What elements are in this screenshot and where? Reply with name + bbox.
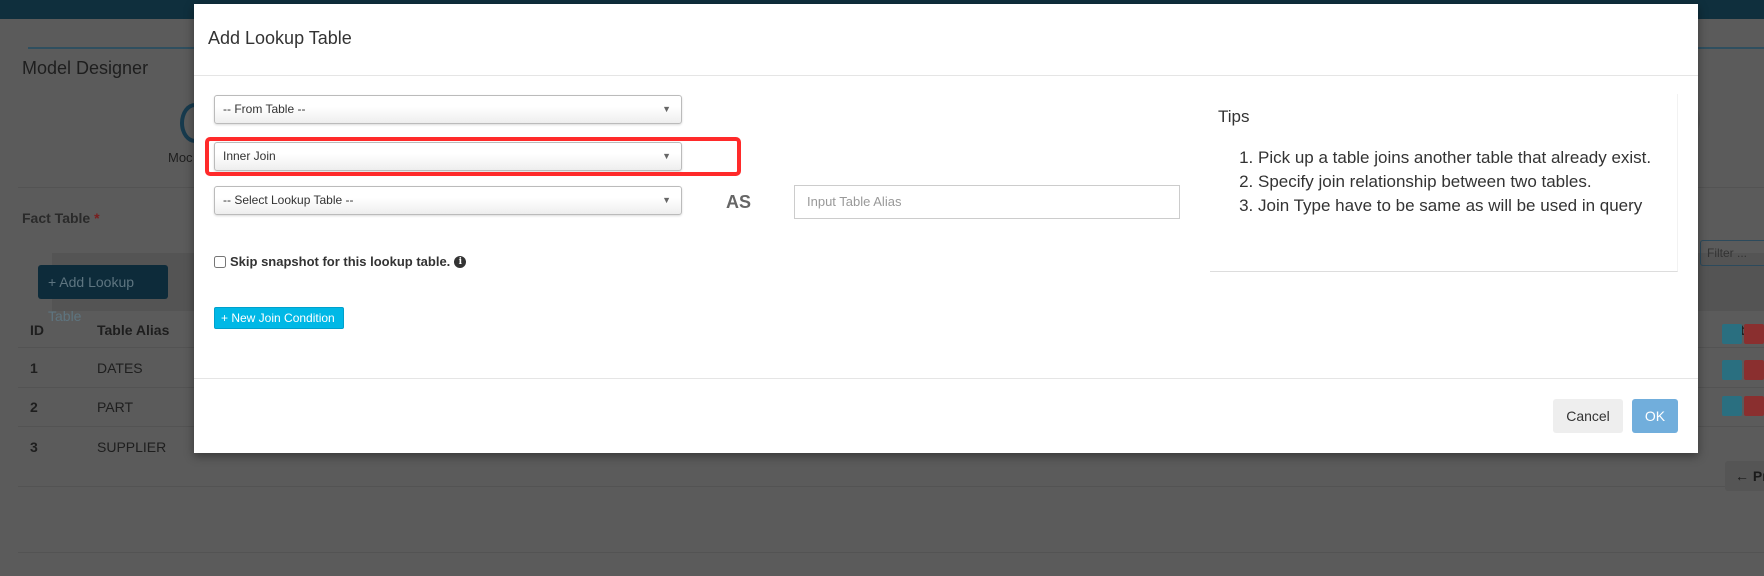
- delete-button[interactable]: [1744, 396, 1764, 416]
- page-title: Model Designer: [22, 58, 149, 78]
- tips-title: Tips: [1218, 107, 1250, 126]
- tips-list: Pick up a table joins another table that…: [1258, 146, 1658, 218]
- add-lookup-table-button[interactable]: + Add Lookup Table: [38, 265, 168, 324]
- row-alias: PART: [97, 399, 134, 415]
- skip-snapshot-label: Skip snapshot for this lookup table.: [230, 254, 451, 269]
- caret-down-icon: ▼: [662, 195, 671, 205]
- modal-title: Add Lookup Table: [208, 28, 352, 48]
- edit-button[interactable]: [1722, 324, 1742, 344]
- tips-panel: Tips Pick up a table joins another table…: [1210, 94, 1678, 272]
- filter-input[interactable]: Filter ...: [1700, 240, 1764, 266]
- modal-footer-divider: [194, 378, 1698, 379]
- row-alias: SUPPLIER: [97, 439, 167, 455]
- delete-button[interactable]: [1744, 324, 1764, 344]
- ok-button[interactable]: OK: [1632, 399, 1678, 433]
- new-join-condition-button[interactable]: + New Join Condition: [214, 307, 344, 329]
- caret-down-icon: ▼: [662, 104, 671, 114]
- column-table-alias: Table Alias: [97, 322, 170, 338]
- table-alias-input[interactable]: Input Table Alias: [794, 185, 1180, 219]
- row-id: 1: [30, 360, 38, 376]
- cancel-button[interactable]: Cancel: [1553, 399, 1623, 433]
- required-mark: *: [94, 210, 100, 226]
- divider: [18, 552, 1764, 553]
- edit-button[interactable]: [1722, 360, 1742, 380]
- row-id: 3: [30, 439, 38, 455]
- tip-item: Specify join relationship between two ta…: [1258, 170, 1658, 194]
- previous-button[interactable]: ← Pr: [1725, 461, 1764, 491]
- lookup-table-select[interactable]: -- Select Lookup Table -- ▼: [214, 186, 682, 215]
- tip-item: Join Type have to be same as will be use…: [1258, 194, 1658, 218]
- from-table-value: -- From Table --: [223, 102, 306, 116]
- as-label: AS: [726, 192, 752, 212]
- add-lookup-table-modal: Add Lookup Table -- From Table -- ▼ Inner…: [194, 4, 1698, 453]
- divider: [18, 486, 1764, 487]
- info-icon[interactable]: i: [454, 255, 467, 268]
- row-id: 2: [30, 399, 38, 415]
- step-label: Moc: [168, 150, 193, 165]
- from-table-select[interactable]: -- From Table -- ▼: [214, 95, 682, 124]
- fact-table-label: Fact Table: [22, 210, 91, 226]
- lookup-table-value: -- Select Lookup Table --: [223, 193, 354, 207]
- skip-snapshot-checkbox[interactable]: [214, 255, 226, 268]
- highlight-box: [205, 137, 741, 176]
- modal-header-divider: [194, 75, 1698, 76]
- tip-item: Pick up a table joins another table that…: [1258, 146, 1658, 170]
- row-alias: DATES: [97, 360, 143, 376]
- column-id: ID: [30, 322, 44, 338]
- skip-snapshot-option[interactable]: Skip snapshot for this lookup table. i: [214, 254, 467, 269]
- delete-button[interactable]: [1744, 360, 1764, 380]
- edit-button[interactable]: [1722, 396, 1742, 416]
